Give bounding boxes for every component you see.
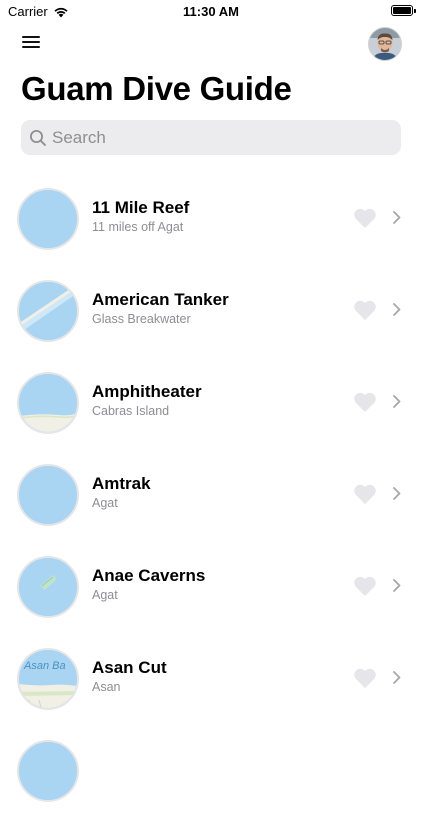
page-title: Guam Dive Guide <box>21 70 292 107</box>
status-bar: Carrier 11:30 AM <box>0 0 422 24</box>
list-item[interactable]: Amphitheater Cabras Island <box>0 372 422 460</box>
dive-site-name: Amphitheater <box>92 382 202 401</box>
dive-site-name: 11 Mile Reef <box>92 198 190 217</box>
list-item[interactable]: 11 Mile Reef 11 miles off Agat <box>0 188 422 276</box>
dive-site-location: Agat <box>92 496 118 510</box>
dive-site-map-thumbnail <box>17 556 79 618</box>
dive-site-map-thumbnail <box>17 372 79 434</box>
chevron-right-icon <box>393 579 401 592</box>
chevron-right-icon <box>393 671 401 684</box>
dive-site-location: 11 miles off Agat <box>92 220 184 234</box>
dive-site-name: Anae Caverns <box>92 566 206 585</box>
dive-site-map-thumbnail <box>17 188 79 250</box>
search-icon <box>30 129 46 146</box>
dive-site-location: Cabras Island <box>92 404 170 418</box>
dive-site-map-thumbnail <box>17 740 79 802</box>
chevron-right-icon <box>393 303 401 316</box>
heart-icon[interactable] <box>353 299 377 321</box>
list-item[interactable]: American Tanker Glass Breakwater <box>0 280 422 368</box>
list-item[interactable]: Anae Caverns Agat <box>0 556 422 644</box>
dive-site-location: Asan <box>92 680 121 694</box>
dive-site-location: Agat <box>92 588 118 602</box>
chevron-right-icon <box>393 487 401 500</box>
map-thumbnail-label: Asan Ba <box>23 660 66 672</box>
search-bar[interactable] <box>21 120 401 155</box>
dive-site-map-thumbnail <box>17 464 79 526</box>
battery-icon <box>391 5 416 16</box>
avatar-photo <box>369 28 401 60</box>
dive-site-name: American Tanker <box>92 290 229 309</box>
chevron-right-icon <box>393 211 401 224</box>
dive-site-location: Glass Breakwater <box>92 312 191 326</box>
dive-site-map-thumbnail: Asan Ba <box>17 648 79 710</box>
search-input[interactable] <box>52 127 382 148</box>
profile-avatar[interactable] <box>368 27 402 61</box>
heart-icon[interactable] <box>353 575 377 597</box>
heart-icon[interactable] <box>353 667 377 689</box>
heart-icon[interactable] <box>353 391 377 413</box>
heart-icon[interactable] <box>353 207 377 229</box>
chevron-right-icon <box>393 395 401 408</box>
list-item[interactable]: Asan Ba Asan Cut Asan <box>0 648 422 736</box>
hamburger-menu-icon[interactable] <box>22 36 42 50</box>
list-item[interactable]: Amtrak Agat <box>0 464 422 552</box>
status-time: 11:30 AM <box>183 4 239 19</box>
list-item[interactable] <box>0 740 422 828</box>
heart-icon[interactable] <box>353 483 377 505</box>
dive-site-map-thumbnail <box>17 280 79 342</box>
dive-site-name: Asan Cut <box>92 658 167 677</box>
dive-site-name: Amtrak <box>92 474 151 493</box>
